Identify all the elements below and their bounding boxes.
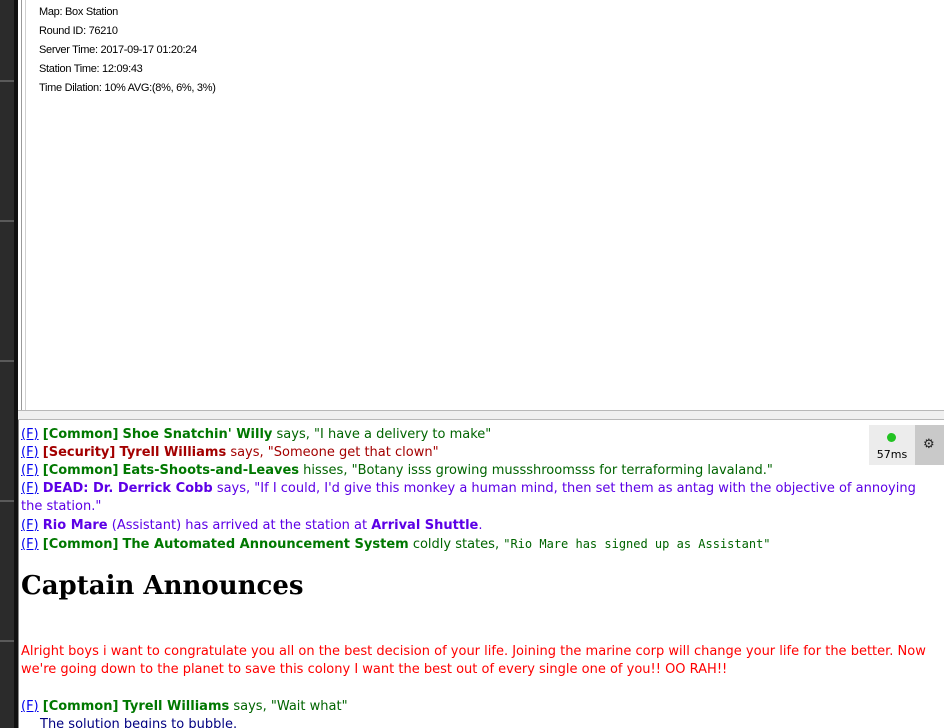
chemistry-notice: The solution begins to bubble.	[40, 717, 238, 728]
chat-message: (F) [Security] Tyrell Williams says, "So…	[21, 444, 936, 462]
pane-splitter[interactable]	[18, 410, 944, 420]
chat-message: (F) [Common] Tyrell Williams says, "Wait…	[21, 698, 936, 716]
chat-settings-button[interactable]: ⚙	[915, 425, 944, 465]
server-time-label: Server Time: 2017-09-17 01:20:24	[39, 44, 197, 56]
announcement-body: Alright boys i want to congratulate you …	[21, 644, 926, 677]
chat-message: (F) [Common] Eats-Shoots-and-Leaves hiss…	[21, 462, 936, 480]
chat-message: (F) Rio Mare (Assistant) has arrived at …	[21, 517, 936, 535]
follow-link[interactable]: (F)	[21, 481, 39, 496]
follow-link[interactable]: (F)	[21, 427, 39, 442]
speaker-name: Tyrell Williams	[119, 445, 227, 460]
radio-channel: [Security]	[42, 445, 116, 460]
arrival-verb: (Assistant) has arrived at the station a…	[107, 518, 372, 533]
speech-text: "Botany isss growing mussshroomsss for t…	[351, 463, 773, 478]
ping-value: 57ms	[876, 448, 908, 461]
speech-verb: says,	[229, 699, 271, 714]
follow-link[interactable]: (F)	[21, 699, 39, 714]
speech-verb: says,	[272, 427, 315, 442]
speech-text: "Someone get that clown"	[267, 445, 439, 460]
announcement-title: Captain Announces	[21, 571, 304, 601]
speaker-name: The Automated Announcement System	[122, 537, 409, 552]
gear-icon: ⚙	[923, 437, 935, 452]
speaker-name: Shoe Snatchin' Willy	[122, 427, 273, 442]
radio-channel: [Common]	[42, 537, 119, 552]
ping-indicator: 57ms	[869, 425, 915, 465]
speech-verb: says,	[212, 481, 255, 496]
speech-text: "Rio Mare has signed up as Assistant"	[503, 537, 771, 551]
ping-status-icon	[887, 433, 896, 442]
speaker-name: Eats-Shoots-and-Leaves	[122, 463, 300, 478]
radio-channel: [Common]	[42, 427, 119, 442]
speech-text: "Wait what"	[270, 699, 348, 714]
speaker-name: DEAD: Dr. Derrick Cobb	[42, 481, 213, 496]
radio-channel: [Common]	[42, 699, 119, 714]
follow-link[interactable]: (F)	[21, 463, 39, 478]
follow-link[interactable]: (F)	[21, 518, 39, 533]
chat-message: (F) [Common] Shoe Snatchin' Willy says, …	[21, 426, 936, 444]
left-window-edge	[0, 0, 18, 728]
map-label: Map: Box Station	[39, 6, 118, 18]
speech-text: "I have a delivery to make"	[314, 427, 492, 442]
speaker-name: Tyrell Williams	[122, 699, 230, 714]
speaker-name: Rio Mare	[42, 518, 108, 533]
speech-verb: coldly states,	[408, 537, 504, 552]
follow-link[interactable]: (F)	[21, 445, 39, 460]
chat-message: (F) [Common] The Automated Announcement …	[21, 535, 936, 554]
speech-verb: says,	[226, 445, 268, 460]
radio-channel: [Common]	[42, 463, 119, 478]
time-dilation-label: Time Dilation: 10% AVG:(8%, 6%, 3%)	[39, 82, 216, 94]
follow-link[interactable]: (F)	[21, 537, 39, 552]
chat-message: (F) DEAD: Dr. Derrick Cobb says, "If I c…	[21, 480, 936, 516]
speech-verb: hisses,	[299, 463, 352, 478]
station-time-label: Station Time: 12:09:43	[39, 63, 143, 75]
arrival-location: Arrival Shuttle	[371, 518, 479, 533]
round-id-label: Round ID: 76210	[39, 25, 118, 37]
arrival-end: .	[478, 518, 483, 533]
status-panel: Map: Box Station Round ID: 76210 Server …	[18, 0, 944, 410]
chat-output[interactable]: (F) [Common] Shoe Snatchin' Willy says, …	[18, 420, 944, 728]
